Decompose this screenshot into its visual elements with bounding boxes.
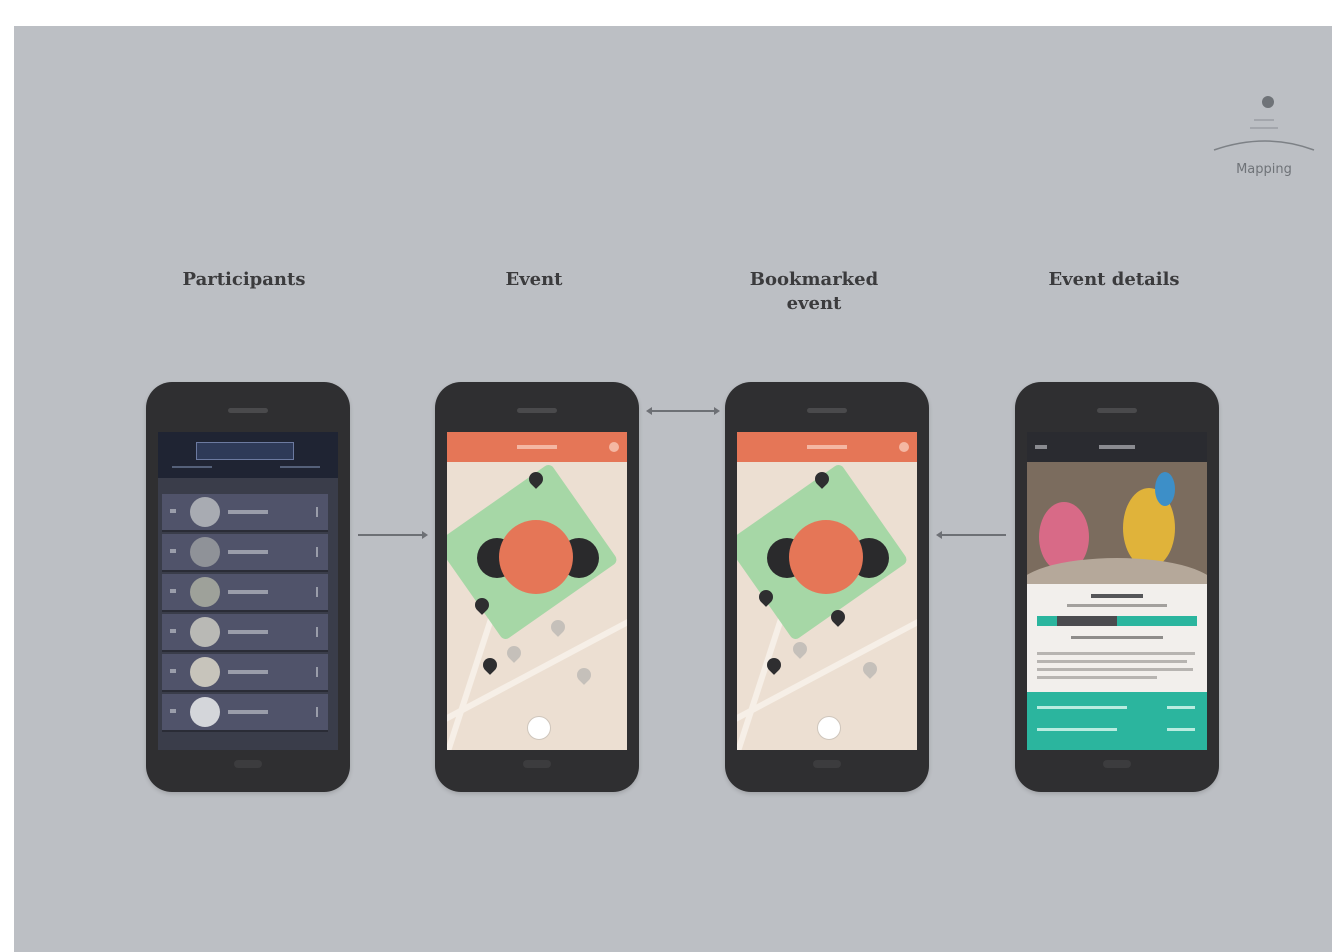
participants-tabs: [164, 466, 332, 472]
participant-name-placeholder: [228, 510, 268, 514]
bookmarked-map-screen: [737, 432, 917, 750]
details-top-bar: [1027, 432, 1207, 462]
participant-row[interactable]: [162, 614, 328, 652]
event-photo: [1027, 462, 1207, 584]
arrow-details-to-bookmarked: [936, 531, 1006, 539]
location-icon[interactable]: [527, 716, 551, 740]
arrow-participants-to-event: [358, 531, 428, 539]
phone-speaker: [807, 408, 847, 413]
map-pin-icon[interactable]: [504, 643, 524, 663]
event-hub-button[interactable]: [499, 520, 573, 594]
footer-line: [1037, 728, 1117, 731]
map-pin-icon[interactable]: [860, 659, 880, 679]
participant-name-placeholder: [228, 550, 268, 554]
participant-row[interactable]: [162, 534, 328, 572]
description-line: [1037, 660, 1187, 663]
back-icon[interactable]: [1035, 445, 1047, 449]
phone-speaker: [1097, 408, 1137, 413]
description-line: [1037, 676, 1157, 679]
avatar: [190, 537, 220, 567]
event-progress-fill: [1057, 616, 1117, 626]
avatar: [190, 697, 220, 727]
chevron-right-icon: [310, 587, 318, 597]
participants-header: [158, 432, 338, 478]
map-pin-icon[interactable]: [790, 639, 810, 659]
participant-row[interactable]: [162, 494, 328, 532]
map-pin-icon: [1262, 96, 1274, 108]
title-bookmarked-event: Bookmarked event: [749, 269, 879, 314]
chevron-right-icon: [310, 547, 318, 557]
chevron-right-icon: [310, 667, 318, 677]
description-line: [1037, 668, 1193, 671]
row-marker: [170, 709, 176, 713]
map-pin-icon[interactable]: [480, 655, 500, 675]
map-pin-icon[interactable]: [548, 617, 568, 637]
title-event: Event: [505, 269, 563, 290]
phone-event: [435, 382, 639, 792]
description-line: [1037, 652, 1195, 655]
phone-speaker: [517, 408, 557, 413]
avatar: [190, 577, 220, 607]
event-hub-button[interactable]: [789, 520, 863, 594]
map-pin-icon[interactable]: [574, 665, 594, 685]
presentation-board: Mapping Participants Event Bookmarked ev…: [14, 26, 1332, 952]
menu-icon[interactable]: [899, 442, 909, 452]
row-marker: [170, 509, 176, 513]
details-bar-title: [1099, 445, 1135, 449]
avatar: [190, 617, 220, 647]
row-marker: [170, 629, 176, 633]
phone-event-details: [1015, 382, 1219, 792]
photo-dancer: [1155, 472, 1175, 506]
participant-row[interactable]: [162, 694, 328, 732]
logo-hill-icon: [1213, 119, 1315, 151]
row-marker: [170, 669, 176, 673]
phone-home-button: [1103, 760, 1131, 768]
event-top-bar: [737, 432, 917, 462]
menu-icon[interactable]: [609, 442, 619, 452]
phone-home-button: [234, 760, 262, 768]
phone-speaker: [228, 408, 268, 413]
phone-home-button: [523, 760, 551, 768]
mapping-logo: Mapping: [1210, 96, 1318, 192]
row-marker: [170, 549, 176, 553]
event-details-screen: [1027, 432, 1207, 750]
avatar: [190, 497, 220, 527]
avatar: [190, 657, 220, 687]
event-meta-line: [1067, 604, 1167, 607]
footer-line: [1037, 706, 1127, 709]
participant-row[interactable]: [162, 574, 328, 612]
event-top-bar: [447, 432, 627, 462]
arrow-event-bookmarked: [646, 407, 720, 415]
tab-first[interactable]: [172, 466, 212, 468]
footer-line: [1167, 706, 1195, 709]
participant-row[interactable]: [162, 654, 328, 692]
title-event-details: Event details: [1048, 269, 1180, 290]
event-bar-title: [517, 445, 557, 449]
tab-second[interactable]: [280, 466, 320, 468]
participants-title-bar: [196, 442, 294, 460]
logo-text: Mapping: [1236, 162, 1292, 177]
chevron-right-icon: [310, 507, 318, 517]
event-bar-title: [807, 445, 847, 449]
participant-name-placeholder: [228, 710, 268, 714]
chevron-right-icon: [310, 707, 318, 717]
phone-participants: [146, 382, 350, 792]
title-participants: Participants: [182, 269, 306, 290]
participant-name-placeholder: [228, 630, 268, 634]
participant-name-placeholder: [228, 590, 268, 594]
event-map-screen: [447, 432, 627, 750]
phone-home-button: [813, 760, 841, 768]
participant-name-placeholder: [228, 670, 268, 674]
footer-line: [1167, 728, 1195, 731]
location-icon[interactable]: [817, 716, 841, 740]
details-action-footer[interactable]: [1027, 692, 1207, 750]
row-marker: [170, 589, 176, 593]
chevron-right-icon: [310, 627, 318, 637]
phone-bookmarked-event: [725, 382, 929, 792]
event-info-line: [1071, 636, 1163, 639]
participants-screen: [158, 432, 338, 750]
event-title-line: [1091, 594, 1143, 598]
